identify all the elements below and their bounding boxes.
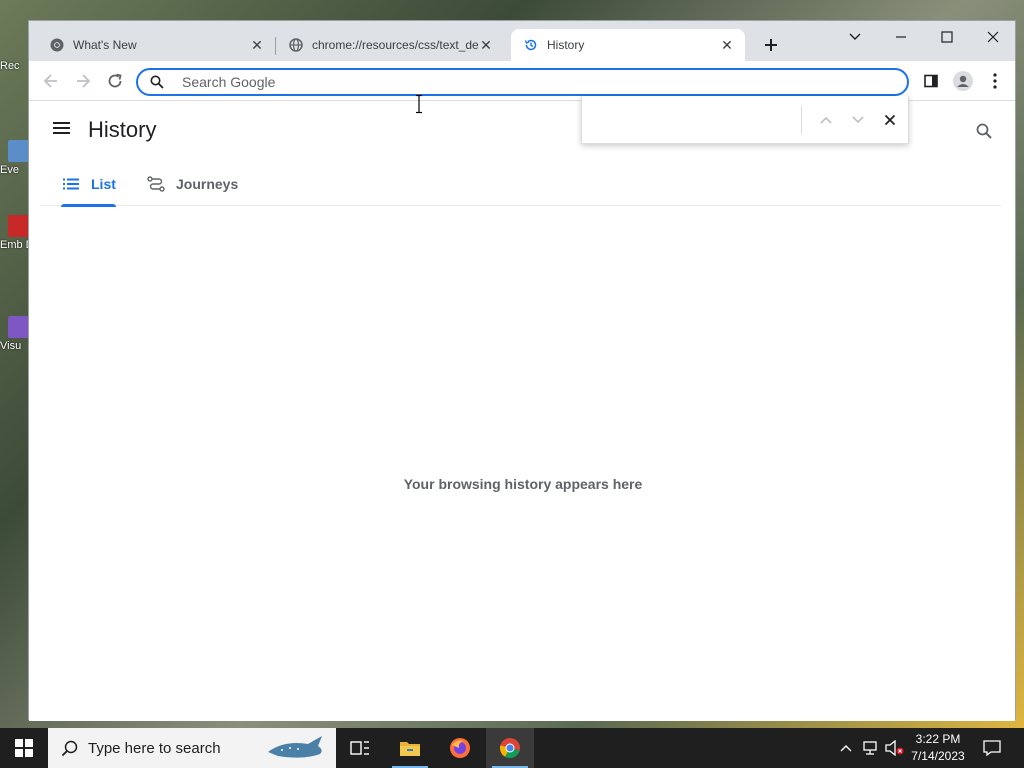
side-panel-icon — [924, 74, 938, 88]
chevron-up-icon — [840, 745, 852, 752]
address-input[interactable] — [182, 74, 782, 90]
arrow-right-icon — [77, 74, 91, 88]
app-icon — [8, 316, 30, 338]
history-page: History List Journeys Your browsing hist… — [29, 102, 1015, 721]
firefox-button[interactable] — [436, 728, 484, 768]
tab-whats-new[interactable]: What's New ✕ — [29, 29, 275, 61]
plus-icon — [765, 39, 777, 51]
tab-list[interactable]: List — [61, 162, 116, 207]
find-divider — [801, 105, 802, 134]
chrome-icon — [49, 37, 65, 53]
profile-button[interactable] — [951, 69, 975, 93]
avatar-icon — [953, 71, 973, 91]
history-icon — [523, 37, 539, 53]
close-icon[interactable]: ✕ — [478, 37, 494, 53]
tab-label: Journeys — [176, 176, 239, 192]
task-view-button[interactable] — [336, 728, 384, 768]
volume-muted-icon — [885, 740, 904, 756]
desktop-icon-emb[interactable]: Emb De — [0, 215, 30, 251]
empty-history-message: Your browsing history appears here — [403, 476, 643, 492]
maximize-button[interactable] — [932, 27, 962, 47]
notifications-button[interactable] — [976, 728, 1008, 768]
forward-button[interactable] — [71, 69, 95, 93]
tab-search-button[interactable] — [840, 27, 870, 47]
list-icon — [61, 178, 81, 190]
page-title: History — [88, 117, 157, 142]
tab-history[interactable]: History ✕ — [511, 29, 745, 61]
tab-label: List — [91, 176, 116, 192]
browser-toolbar — [29, 61, 1015, 101]
find-bar — [581, 96, 909, 144]
minimize-icon — [896, 36, 906, 38]
reload-icon — [108, 73, 122, 88]
side-panel-button[interactable] — [919, 69, 943, 93]
more-vert-icon — [993, 73, 997, 89]
desktop-icon-eve[interactable]: Eve — [0, 140, 30, 176]
search-icon — [60, 739, 80, 757]
maximize-icon — [941, 31, 953, 43]
close-icon[interactable]: ✕ — [719, 37, 735, 53]
network-button[interactable] — [860, 728, 882, 768]
clock-time: 3:22 PM — [915, 732, 961, 746]
windows-icon — [15, 739, 33, 757]
taskbar: Type here to search 3:22 PM 7/14/2023 — [0, 728, 1024, 768]
reload-button[interactable] — [103, 69, 127, 93]
folder-icon — [400, 742, 420, 756]
tab-resources-css[interactable]: chrome://resources/css/text_defaults ✕ — [276, 29, 504, 61]
chevron-down-icon — [849, 33, 861, 40]
tab-title: chrome://resources/css/text_defaults — [312, 38, 478, 52]
notification-icon — [983, 740, 1001, 757]
desktop-icon-visual[interactable]: Visu — [0, 316, 30, 352]
taskbar-search-box[interactable]: Type here to search — [48, 728, 336, 768]
tab-title: History — [547, 38, 585, 52]
app-icon — [8, 215, 30, 237]
taskbar-search-placeholder: Type here to search — [88, 739, 221, 757]
task-view-icon — [350, 741, 369, 755]
search-icon — [142, 75, 172, 89]
app-icon — [8, 140, 30, 162]
tab-journeys[interactable]: Journeys — [146, 162, 238, 206]
firefox-icon — [450, 738, 470, 758]
volume-button[interactable] — [884, 728, 906, 768]
network-icon — [863, 741, 877, 755]
journeys-icon — [146, 176, 166, 192]
start-button[interactable] — [0, 728, 48, 768]
history-tabs: List Journeys — [41, 162, 1001, 207]
find-previous-button[interactable] — [810, 106, 842, 134]
address-bar[interactable] — [136, 68, 909, 96]
active-tab-indicator — [61, 204, 116, 207]
globe-icon — [288, 37, 304, 53]
file-explorer-button[interactable] — [386, 728, 434, 768]
back-button[interactable] — [39, 69, 63, 93]
show-hidden-icons-button[interactable] — [836, 728, 856, 768]
chrome-taskbar-button[interactable] — [486, 728, 534, 768]
new-tab-button[interactable] — [761, 35, 781, 55]
chrome-menu-button[interactable] — [983, 69, 1007, 93]
close-icon — [884, 114, 896, 125]
whale-shark-icon — [268, 736, 322, 758]
find-input[interactable] — [592, 111, 797, 128]
chevron-down-icon — [852, 115, 864, 123]
find-next-button[interactable] — [842, 106, 874, 134]
tab-title: What's New — [73, 38, 137, 52]
chrome-icon — [499, 738, 520, 759]
desktop-icon-recycle[interactable]: Rec — [0, 60, 30, 72]
clock-date: 7/14/2023 — [911, 749, 965, 763]
arrow-left-icon — [43, 74, 57, 88]
search-icon — [976, 123, 992, 139]
close-icon[interactable]: ✕ — [249, 37, 265, 53]
hamburger-menu-button[interactable] — [53, 120, 73, 138]
text-cursor-icon — [416, 94, 422, 114]
close-icon — [987, 31, 999, 43]
close-window-button[interactable] — [978, 27, 1008, 47]
tab-strip: What's New ✕ chrome://resources/css/text… — [29, 21, 1015, 61]
menu-icon — [53, 122, 70, 134]
chevron-up-icon — [820, 116, 832, 124]
minimize-button[interactable] — [886, 27, 916, 47]
browser-window: What's New ✕ chrome://resources/css/text… — [28, 20, 1016, 721]
find-close-button[interactable] — [874, 106, 906, 134]
search-history-button[interactable] — [972, 119, 996, 143]
taskbar-clock[interactable]: 3:22 PM 7/14/2023 — [904, 731, 972, 765]
